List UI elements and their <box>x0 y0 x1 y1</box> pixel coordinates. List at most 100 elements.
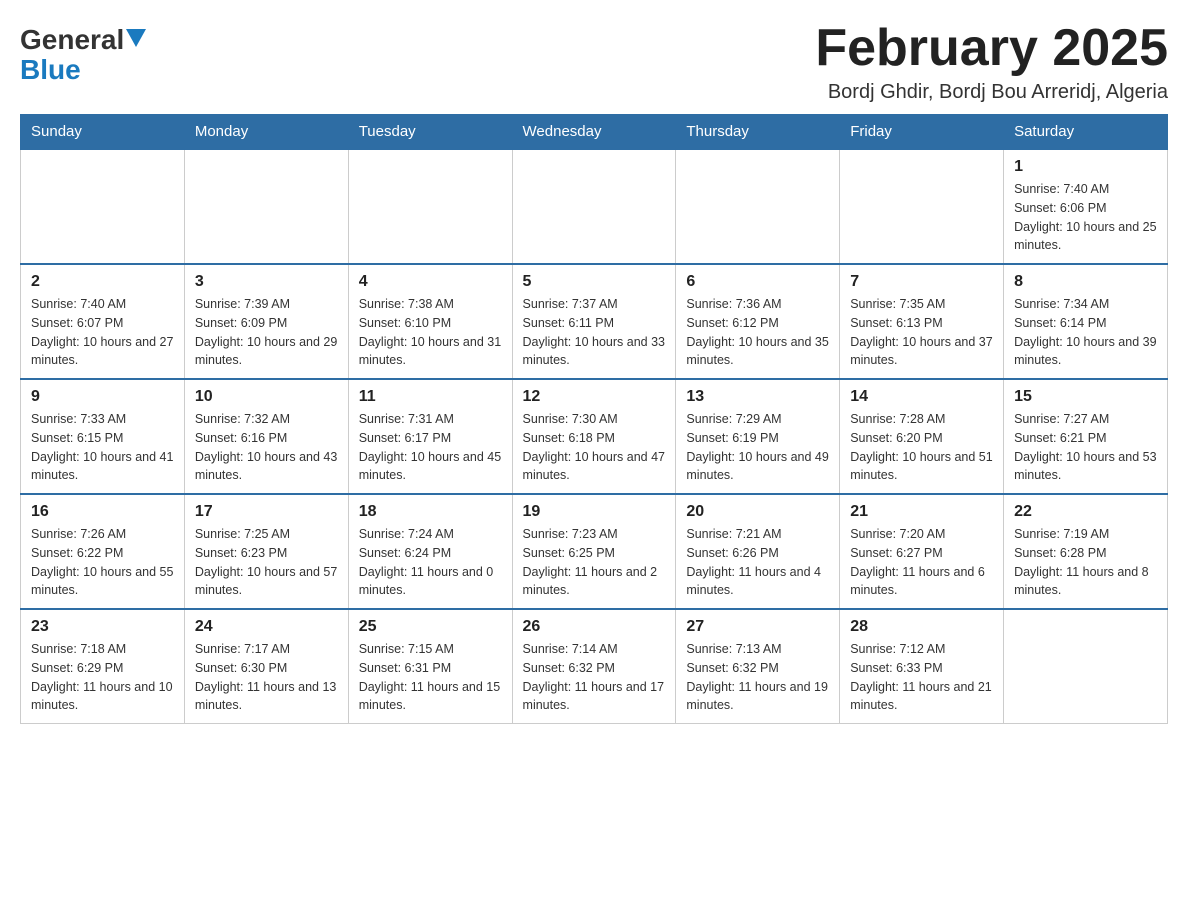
day-info: Sunrise: 7:30 AM Sunset: 6:18 PM Dayligh… <box>523 410 666 485</box>
day-of-week-header: Saturday <box>1004 115 1168 150</box>
calendar-day-cell <box>21 149 185 264</box>
calendar-day-cell: 12 Sunrise: 7:30 AM Sunset: 6:18 PM Dayli… <box>512 379 676 494</box>
logo-general: General <box>20 26 124 54</box>
calendar-day-cell: 7 Sunrise: 7:35 AM Sunset: 6:13 PM Daylig… <box>840 264 1004 379</box>
calendar-day-cell: 11 Sunrise: 7:31 AM Sunset: 6:17 PM Dayli… <box>348 379 512 494</box>
day-number: 3 <box>195 273 338 291</box>
day-number: 28 <box>850 618 993 636</box>
logo-triangle-icon <box>126 29 146 49</box>
day-number: 21 <box>850 503 993 521</box>
day-of-week-header: Sunday <box>21 115 185 150</box>
day-info: Sunrise: 7:12 AM Sunset: 6:33 PM Dayligh… <box>850 640 993 715</box>
day-number: 6 <box>686 273 829 291</box>
calendar-day-cell: 28 Sunrise: 7:12 AM Sunset: 6:33 PM Dayli… <box>840 609 1004 724</box>
calendar-day-cell <box>840 149 1004 264</box>
day-info: Sunrise: 7:26 AM Sunset: 6:22 PM Dayligh… <box>31 525 174 600</box>
calendar-day-cell: 15 Sunrise: 7:27 AM Sunset: 6:21 PM Dayli… <box>1004 379 1168 494</box>
day-info: Sunrise: 7:31 AM Sunset: 6:17 PM Dayligh… <box>359 410 502 485</box>
calendar-day-cell: 21 Sunrise: 7:20 AM Sunset: 6:27 PM Dayli… <box>840 494 1004 609</box>
day-of-week-header: Monday <box>184 115 348 150</box>
day-number: 13 <box>686 388 829 406</box>
day-number: 25 <box>359 618 502 636</box>
calendar-week-row: 16 Sunrise: 7:26 AM Sunset: 6:22 PM Dayli… <box>21 494 1168 609</box>
day-info: Sunrise: 7:21 AM Sunset: 6:26 PM Dayligh… <box>686 525 829 600</box>
day-info: Sunrise: 7:17 AM Sunset: 6:30 PM Dayligh… <box>195 640 338 715</box>
day-info: Sunrise: 7:20 AM Sunset: 6:27 PM Dayligh… <box>850 525 993 600</box>
day-info: Sunrise: 7:28 AM Sunset: 6:20 PM Dayligh… <box>850 410 993 485</box>
calendar-day-cell: 27 Sunrise: 7:13 AM Sunset: 6:32 PM Dayli… <box>676 609 840 724</box>
day-of-week-header: Tuesday <box>348 115 512 150</box>
day-number: 19 <box>523 503 666 521</box>
calendar-day-cell: 10 Sunrise: 7:32 AM Sunset: 6:16 PM Dayli… <box>184 379 348 494</box>
calendar-day-cell: 8Sunrise: 7:34 AM Sunset: 6:14 PM Daylig… <box>1004 264 1168 379</box>
calendar-day-cell <box>348 149 512 264</box>
day-info: Sunrise: 7:40 AM Sunset: 6:07 PM Dayligh… <box>31 295 174 370</box>
calendar-week-row: 2 Sunrise: 7:40 AM Sunset: 6:07 PM Daylig… <box>21 264 1168 379</box>
day-number: 22 <box>1014 503 1157 521</box>
day-info: Sunrise: 7:15 AM Sunset: 6:31 PM Dayligh… <box>359 640 502 715</box>
day-info: Sunrise: 7:24 AM Sunset: 6:24 PM Dayligh… <box>359 525 502 600</box>
day-info: Sunrise: 7:29 AM Sunset: 6:19 PM Dayligh… <box>686 410 829 485</box>
day-number: 2 <box>31 273 174 291</box>
day-info: Sunrise: 7:19 AM Sunset: 6:28 PM Dayligh… <box>1014 525 1157 600</box>
day-number: 1 <box>1014 158 1157 176</box>
calendar-day-cell: 2 Sunrise: 7:40 AM Sunset: 6:07 PM Daylig… <box>21 264 185 379</box>
day-info: Sunrise: 7:40 AM Sunset: 6:06 PM Dayligh… <box>1014 180 1157 255</box>
calendar-day-cell: 14 Sunrise: 7:28 AM Sunset: 6:20 PM Dayli… <box>840 379 1004 494</box>
day-number: 12 <box>523 388 666 406</box>
month-title: February 2025 <box>815 20 1168 77</box>
page-header: General Blue February 2025 Bordj Ghdir, … <box>20 20 1168 104</box>
day-number: 11 <box>359 388 502 406</box>
calendar-day-cell: 3 Sunrise: 7:39 AM Sunset: 6:09 PM Daylig… <box>184 264 348 379</box>
calendar-day-cell: 17Sunrise: 7:25 AM Sunset: 6:23 PM Dayli… <box>184 494 348 609</box>
day-number: 17 <box>195 503 338 521</box>
calendar-week-row: 9Sunrise: 7:33 AM Sunset: 6:15 PM Daylig… <box>21 379 1168 494</box>
calendar-table: SundayMondayTuesdayWednesdayThursdayFrid… <box>20 114 1168 724</box>
day-number: 10 <box>195 388 338 406</box>
day-number: 4 <box>359 273 502 291</box>
day-number: 27 <box>686 618 829 636</box>
logo-blue: Blue <box>20 56 81 84</box>
day-info: Sunrise: 7:14 AM Sunset: 6:32 PM Dayligh… <box>523 640 666 715</box>
day-info: Sunrise: 7:18 AM Sunset: 6:29 PM Dayligh… <box>31 640 174 715</box>
calendar-day-cell: 18 Sunrise: 7:24 AM Sunset: 6:24 PM Dayli… <box>348 494 512 609</box>
calendar-day-cell <box>676 149 840 264</box>
calendar-day-cell: 19 Sunrise: 7:23 AM Sunset: 6:25 PM Dayli… <box>512 494 676 609</box>
day-number: 7 <box>850 273 993 291</box>
logo: General Blue <box>20 20 146 84</box>
day-number: 5 <box>523 273 666 291</box>
calendar-week-row: 23 Sunrise: 7:18 AM Sunset: 6:29 PM Dayli… <box>21 609 1168 724</box>
calendar-week-row: 1 Sunrise: 7:40 AM Sunset: 6:06 PM Daylig… <box>21 149 1168 264</box>
calendar-day-cell: 20 Sunrise: 7:21 AM Sunset: 6:26 PM Dayli… <box>676 494 840 609</box>
day-number: 8 <box>1014 273 1157 291</box>
calendar-day-cell: 25 Sunrise: 7:15 AM Sunset: 6:31 PM Dayli… <box>348 609 512 724</box>
calendar-header-row: SundayMondayTuesdayWednesdayThursdayFrid… <box>21 115 1168 150</box>
day-info: Sunrise: 7:23 AM Sunset: 6:25 PM Dayligh… <box>523 525 666 600</box>
day-number: 18 <box>359 503 502 521</box>
day-number: 26 <box>523 618 666 636</box>
location-title: Bordj Ghdir, Bordj Bou Arreridj, Algeria <box>815 81 1168 104</box>
calendar-day-cell: 1 Sunrise: 7:40 AM Sunset: 6:06 PM Daylig… <box>1004 149 1168 264</box>
day-info: Sunrise: 7:32 AM Sunset: 6:16 PM Dayligh… <box>195 410 338 485</box>
day-info: Sunrise: 7:13 AM Sunset: 6:32 PM Dayligh… <box>686 640 829 715</box>
day-info: Sunrise: 7:36 AM Sunset: 6:12 PM Dayligh… <box>686 295 829 370</box>
day-info: Sunrise: 7:37 AM Sunset: 6:11 PM Dayligh… <box>523 295 666 370</box>
day-number: 24 <box>195 618 338 636</box>
day-info: Sunrise: 7:35 AM Sunset: 6:13 PM Dayligh… <box>850 295 993 370</box>
day-number: 23 <box>31 618 174 636</box>
day-info: Sunrise: 7:38 AM Sunset: 6:10 PM Dayligh… <box>359 295 502 370</box>
day-of-week-header: Thursday <box>676 115 840 150</box>
day-info: Sunrise: 7:33 AM Sunset: 6:15 PM Dayligh… <box>31 410 174 485</box>
day-number: 20 <box>686 503 829 521</box>
day-of-week-header: Friday <box>840 115 1004 150</box>
calendar-day-cell: 9Sunrise: 7:33 AM Sunset: 6:15 PM Daylig… <box>21 379 185 494</box>
day-number: 16 <box>31 503 174 521</box>
day-info: Sunrise: 7:39 AM Sunset: 6:09 PM Dayligh… <box>195 295 338 370</box>
title-block: February 2025 Bordj Ghdir, Bordj Bou Arr… <box>815 20 1168 104</box>
calendar-day-cell <box>1004 609 1168 724</box>
day-number: 15 <box>1014 388 1157 406</box>
day-info: Sunrise: 7:27 AM Sunset: 6:21 PM Dayligh… <box>1014 410 1157 485</box>
calendar-day-cell: 4 Sunrise: 7:38 AM Sunset: 6:10 PM Daylig… <box>348 264 512 379</box>
calendar-day-cell: 24 Sunrise: 7:17 AM Sunset: 6:30 PM Dayli… <box>184 609 348 724</box>
day-number: 14 <box>850 388 993 406</box>
